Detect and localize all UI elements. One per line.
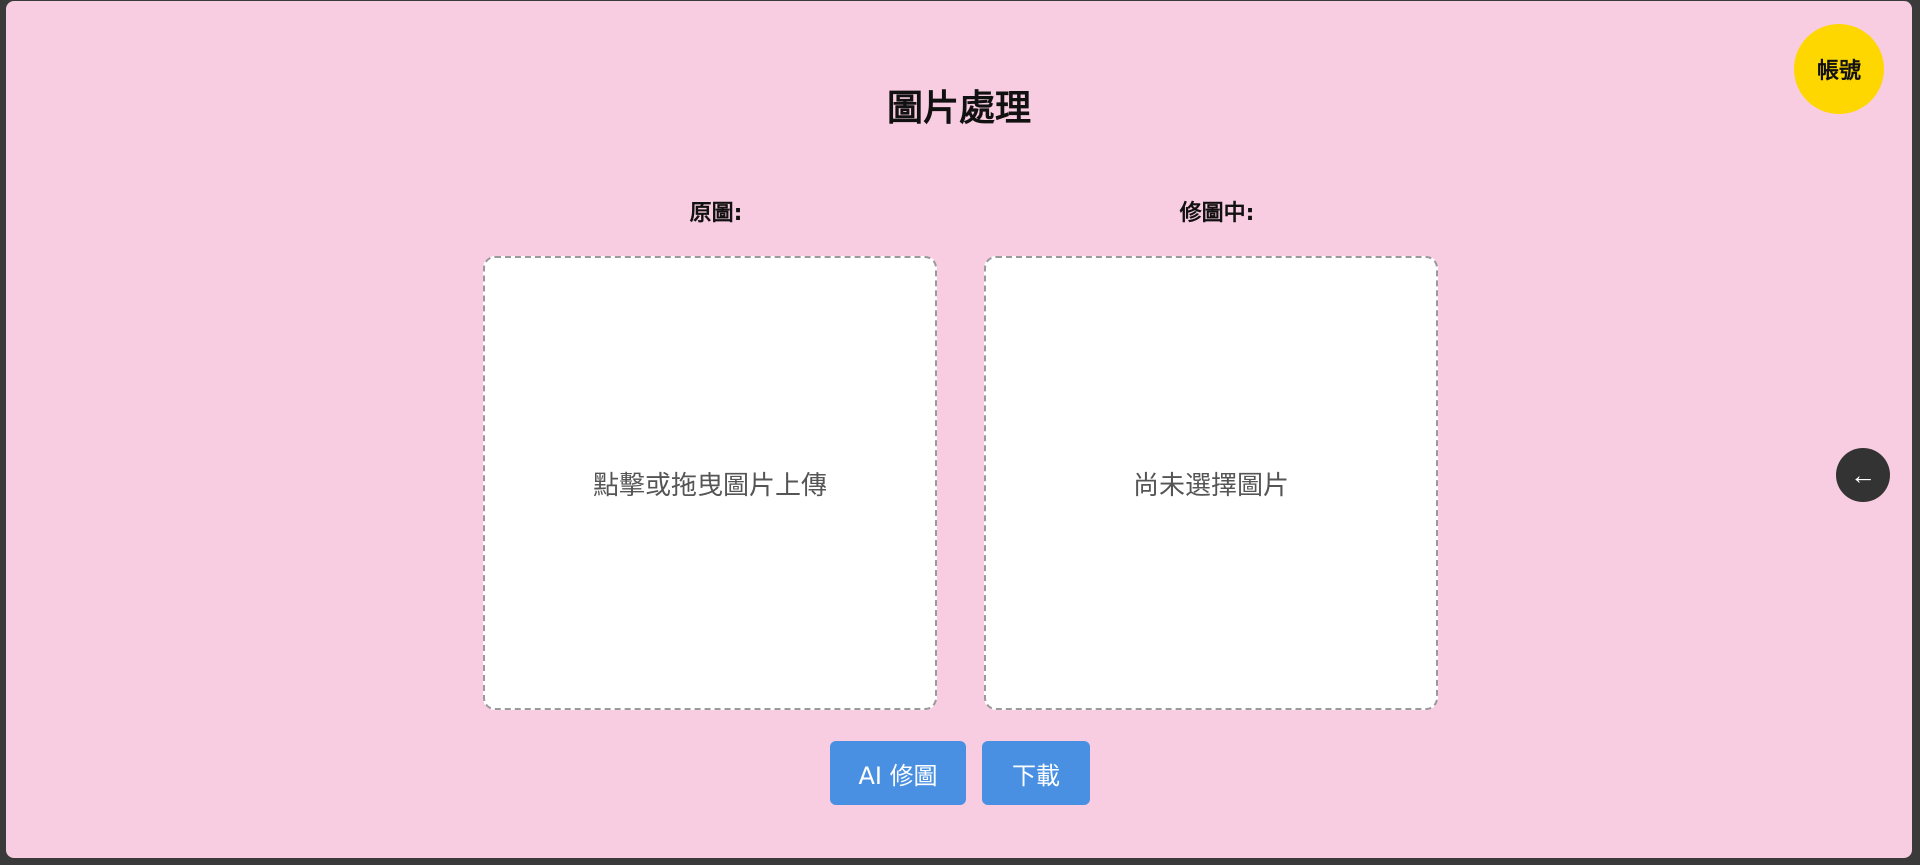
upload-placeholder-text: 點擊或拖曳圖片上傳 (592, 470, 827, 501)
download-button[interactable]: 下載 (982, 741, 1090, 805)
editing-panel-label: 修圖中: (1179, 201, 1255, 226)
ai-edit-button[interactable]: AI 修圖 (830, 741, 966, 805)
page-title: 圖片處理 (886, 88, 1031, 129)
back-button[interactable]: ← (1836, 448, 1890, 502)
download-button-label: 下載 (1012, 761, 1060, 790)
left-arrow-icon: ← (1850, 459, 1876, 490)
edited-image-preview: 尚未選擇圖片 (984, 256, 1438, 710)
original-panel-label: 原圖: (689, 201, 743, 226)
upload-dropzone[interactable]: 點擊或拖曳圖片上傳 (483, 256, 937, 710)
no-image-placeholder-text: 尚未選擇圖片 (1132, 470, 1289, 501)
ai-edit-button-label: AI 修圖 (858, 761, 938, 790)
app-window: 帳號 圖片處理 原圖: 修圖中: 點擊或拖曳圖片上傳 尚未選擇圖片 AI 修圖 … (6, 1, 1912, 858)
